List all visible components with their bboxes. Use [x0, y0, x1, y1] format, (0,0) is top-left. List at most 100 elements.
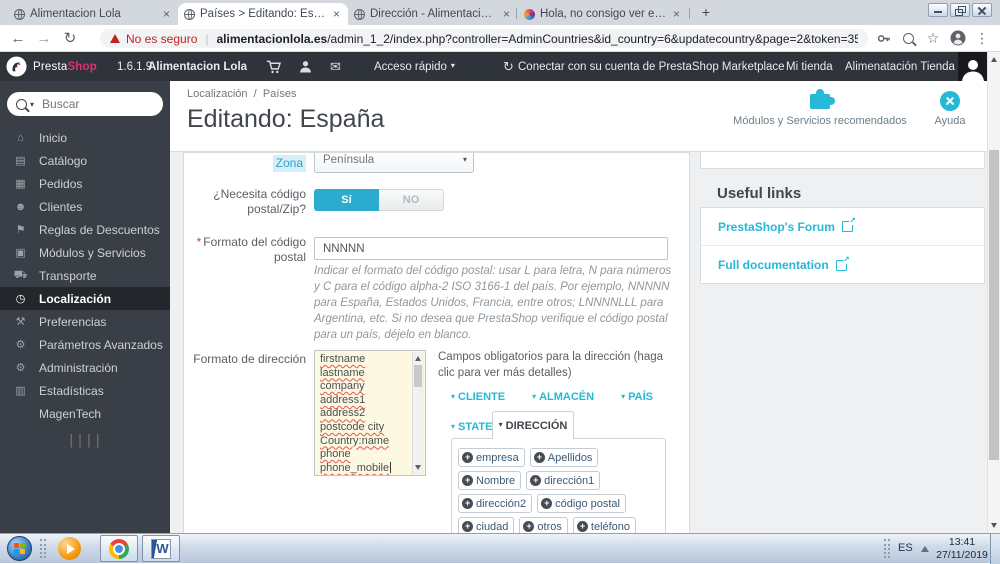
zone-select[interactable]: Península ▾ — [314, 153, 474, 173]
tab-cliente[interactable]: ▾ CLIENTE — [451, 391, 505, 403]
word-taskbar-button[interactable] — [142, 535, 180, 562]
scroll-thumb[interactable] — [414, 365, 422, 387]
sidebar-collapse-handle[interactable]: |||| — [0, 433, 170, 448]
employee-avatar[interactable] — [958, 52, 987, 81]
scrollbar-thumb[interactable] — [989, 150, 999, 460]
forward-icon[interactable]: → — [34, 25, 54, 51]
customer-icon[interactable] — [299, 52, 312, 81]
language-indicator[interactable]: ES — [898, 542, 913, 554]
modules-puzzle-icon: ▣ — [15, 247, 26, 259]
sidebar-item-catalogo[interactable]: ▤ Catálogo — [0, 149, 170, 172]
tag-direccion1[interactable]: dirección1 — [526, 471, 601, 490]
breadcrumb-paises[interactable]: Países — [263, 88, 297, 100]
help-button[interactable]: Ayuda — [928, 90, 972, 127]
sidebar-item-administracion[interactable]: ⚙ Administración — [0, 356, 170, 379]
sidebar-item-preferencias[interactable]: ⚒ Preferencias — [0, 310, 170, 333]
browser-menu-icon[interactable]: ⋮ — [974, 25, 990, 51]
country-form-panel: Zona Península ▾ ¿Necesita código postal/… — [183, 152, 690, 533]
address-bar[interactable]: No es seguro | alimentacionlola.es/admin… — [100, 29, 868, 48]
browser-tab-1[interactable]: Alimentacion Lola × — [8, 3, 178, 25]
bookmark-star-icon[interactable]: ☆ — [924, 25, 942, 51]
scroll-up-icon[interactable] — [991, 57, 997, 62]
browser-tab-4[interactable]: Hola, no consigo ver el código p × — [518, 3, 688, 25]
not-secure-label[interactable]: No es seguro — [126, 32, 197, 46]
browser-tab-2-active[interactable]: Países > Editando: España • Alim × — [178, 3, 348, 25]
search-input[interactable] — [40, 96, 145, 112]
play-icon — [66, 543, 75, 554]
breadcrumb-localizacion[interactable]: Localización — [187, 88, 248, 100]
tag-apellidos[interactable]: Apellidos — [529, 448, 599, 467]
show-hidden-icons-arrow[interactable] — [921, 546, 929, 552]
sidebar-item-clientes[interactable]: ☻ Clientes — [0, 195, 170, 218]
quick-access-menu[interactable]: Acceso rápido — [374, 52, 455, 81]
profile-avatar-icon[interactable] — [948, 25, 968, 51]
brand-name[interactable]: Presta Shop — [33, 52, 97, 81]
show-desktop-button[interactable] — [990, 534, 1000, 564]
zone-label[interactable]: Zona — [184, 155, 306, 172]
zip-format-input[interactable] — [314, 237, 668, 260]
tag-codigo-postal[interactable]: código postal — [537, 494, 626, 513]
sidebar-item-transporte[interactable]: ⛟ Transporte — [0, 264, 170, 287]
tag-empresa[interactable]: empresa — [458, 448, 525, 467]
link-full-documentation[interactable]: Full documentation — [701, 246, 984, 284]
prestashop-logo-icon[interactable] — [6, 52, 27, 81]
sidebar-item-modulos-y-servicios[interactable]: ▣ Módulos y Servicios — [0, 241, 170, 264]
tag-ciudad[interactable]: ciudad — [458, 517, 515, 533]
marketplace-connect-link[interactable]: Conectar con su cuenta de PrestaShop Mar… — [518, 52, 785, 81]
media-player-taskbar-icon[interactable] — [58, 537, 81, 560]
window-close-button[interactable] — [972, 3, 992, 17]
tag-otros[interactable]: otros — [519, 517, 568, 533]
sidebar-item-magentech[interactable]: MagenTech — [0, 402, 170, 425]
url-path: /admin_1_2/index.php?controller=AdminCou… — [327, 31, 858, 46]
tab-close-icon[interactable]: × — [501, 8, 512, 20]
page-scrollbar[interactable] — [987, 52, 1000, 533]
sidebar-item-localizacion[interactable]: ◷ Localización — [0, 287, 170, 310]
reload-icon[interactable]: ↻ — [60, 25, 80, 51]
shop-name[interactable]: Alimentacion Lola — [148, 52, 247, 81]
tab-close-icon[interactable]: × — [671, 8, 682, 20]
scroll-down-icon[interactable] — [991, 523, 997, 528]
password-key-icon[interactable] — [874, 25, 892, 51]
window-minimize-button[interactable] — [928, 3, 948, 17]
toggle-yes-button[interactable]: Sí — [314, 189, 379, 211]
start-button[interactable] — [7, 536, 32, 561]
window-restore-button[interactable] — [950, 3, 970, 17]
tab-almacen[interactable]: ▾ ALMACÉN — [532, 391, 594, 403]
back-icon[interactable]: ← — [8, 25, 28, 51]
sidebar-item-reglas-de-descuentos[interactable]: ⚑ Reglas de Descuentos — [0, 218, 170, 241]
tag-direccion2[interactable]: dirección2 — [458, 494, 533, 513]
textarea-scrollbar[interactable] — [412, 352, 424, 474]
sidebar-item-inicio[interactable]: ⌂ Inicio — [0, 126, 170, 149]
chrome-taskbar-button[interactable] — [100, 535, 138, 562]
tab-close-icon[interactable]: × — [161, 8, 172, 20]
tag-nombre[interactable]: Nombre — [458, 471, 522, 490]
tab-state[interactable]: ▾ STATE — [451, 421, 492, 433]
tray-separator — [884, 539, 886, 558]
zip-needed-toggle: Sí NO — [314, 189, 444, 211]
main-content: Localización / Países Editando: España M… — [170, 81, 987, 533]
browser-tab-3[interactable]: Dirección - Alimentacion Lola × — [348, 3, 518, 25]
scroll-up-icon[interactable] — [415, 356, 421, 361]
tab-close-icon[interactable]: × — [331, 8, 342, 20]
cart-icon[interactable] — [266, 52, 281, 81]
zoom-icon[interactable] — [899, 25, 917, 51]
sidebar-item-pedidos[interactable]: ▦ Pedidos — [0, 172, 170, 195]
address-format-textarea[interactable]: firstname lastname company address1 addr… — [314, 350, 426, 476]
sidebar-search-box[interactable]: ▾ — [7, 92, 163, 116]
sidebar-item-parametros-avanzados[interactable]: ⚙ Parámetros Avanzados — [0, 333, 170, 356]
my-shop-link[interactable]: Mi tienda — [786, 52, 833, 81]
tab-pais[interactable]: ▾ PAÍS — [621, 391, 653, 403]
sidebar-item-estadisticas[interactable]: ▥ Estadísticas — [0, 379, 170, 402]
search-scope-caret-icon[interactable]: ▾ — [30, 100, 34, 109]
recommended-modules-button[interactable]: Módulos y Servicios recomendados — [732, 89, 908, 127]
link-prestashop-forum[interactable]: PrestaShop's Forum — [701, 208, 984, 246]
new-tab-button[interactable]: + — [696, 4, 716, 20]
shop-selector-dropdown[interactable]: Alimenatación Tienda — [845, 52, 963, 81]
required-fields-note[interactable]: Campos obligatorios para la dirección (h… — [438, 350, 676, 381]
taskbar-clock[interactable]: 13:41 27/11/2019 — [933, 536, 991, 562]
toggle-no-button[interactable]: NO — [379, 189, 444, 211]
messages-envelope-icon[interactable]: ✉ — [330, 52, 341, 81]
tag-telefono[interactable]: teléfono — [572, 517, 637, 533]
scroll-down-icon[interactable] — [415, 465, 421, 470]
tab-direccion-active[interactable]: ▾ DIRECCIÓN — [492, 411, 574, 439]
